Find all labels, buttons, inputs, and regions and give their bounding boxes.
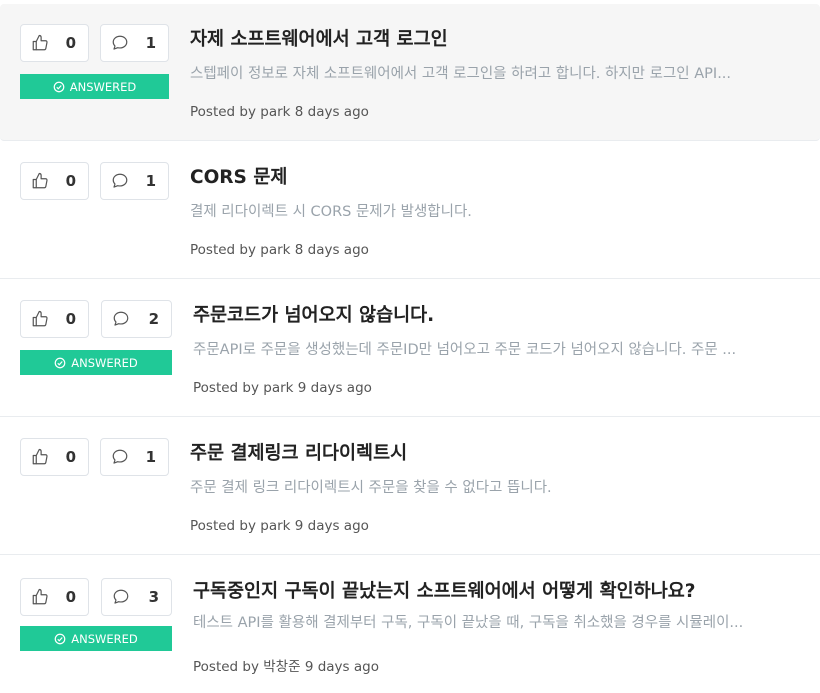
post-meta: Posted by 박창준 9 days ago bbox=[193, 659, 379, 675]
post-excerpt: 테스트 API를 활용해 결제부터 구독, 구독이 끝났을 때, 구독을 취소했… bbox=[193, 615, 744, 631]
answered-badge: ANSWERED bbox=[20, 350, 172, 375]
thumbs-up-icon bbox=[32, 34, 48, 51]
post-row[interactable]: 0 3 ANSWERED 구독중인지 구독이 끝났는지 소프트웨어에서 어떻게 … bbox=[0, 556, 820, 693]
comment-icon bbox=[112, 173, 128, 188]
post-row[interactable]: 0 1 ANSWERED 자제 소프트웨어에서 고객 로그인 스텝페이 정보로 … bbox=[0, 4, 820, 141]
post-meta: Posted by park 9 days ago bbox=[193, 380, 372, 396]
post-title[interactable]: CORS 문제 bbox=[190, 163, 287, 189]
comment-count: 1 bbox=[145, 448, 156, 466]
post-excerpt: 스텝페이 정보로 자체 소프트웨어에서 고객 로그인을 하려고 합니다. 하지만… bbox=[190, 66, 732, 82]
answered-badge: ANSWERED bbox=[20, 626, 172, 651]
like-button[interactable]: 0 bbox=[20, 24, 89, 62]
comment-icon bbox=[112, 449, 128, 464]
like-button[interactable]: 0 bbox=[20, 578, 89, 616]
post-excerpt: 결제 리다이렉트 시 CORS 문제가 발생합니다. bbox=[190, 204, 472, 220]
post-title[interactable]: 자제 소프트웨어에서 고객 로그인 bbox=[190, 25, 448, 51]
comment-icon bbox=[112, 35, 128, 50]
like-count: 0 bbox=[65, 34, 76, 52]
post-meta: Posted by park 9 days ago bbox=[190, 518, 369, 534]
thumbs-up-icon bbox=[32, 172, 48, 189]
post-title[interactable]: 주문코드가 넘어오지 않습니다. bbox=[193, 301, 434, 327]
like-count: 0 bbox=[65, 448, 76, 466]
like-button[interactable]: 0 bbox=[20, 162, 89, 200]
comment-button[interactable]: 2 bbox=[101, 300, 172, 338]
thumbs-up-icon bbox=[32, 310, 48, 327]
answered-label: ANSWERED bbox=[71, 631, 138, 646]
like-count: 0 bbox=[65, 172, 76, 190]
like-button[interactable]: 0 bbox=[20, 300, 89, 338]
comment-button[interactable]: 1 bbox=[100, 438, 169, 476]
comment-button[interactable]: 1 bbox=[100, 24, 169, 62]
answered-label: ANSWERED bbox=[69, 79, 137, 94]
comment-icon bbox=[113, 311, 129, 326]
like-button[interactable]: 0 bbox=[20, 438, 89, 476]
check-circle-icon bbox=[54, 357, 66, 368]
comment-button[interactable]: 1 bbox=[100, 162, 169, 200]
comment-count: 3 bbox=[148, 588, 159, 606]
comment-button[interactable]: 3 bbox=[101, 578, 172, 616]
comment-count: 1 bbox=[145, 34, 156, 52]
post-meta: Posted by park 8 days ago bbox=[190, 242, 369, 258]
comment-icon bbox=[113, 589, 129, 604]
check-circle-icon bbox=[54, 633, 66, 644]
thumbs-up-icon bbox=[32, 448, 48, 465]
post-row[interactable]: 0 2 ANSWERED 주문코드가 넘어오지 않습니다. 주문API로 주문을… bbox=[0, 280, 820, 417]
comment-count: 2 bbox=[148, 310, 159, 328]
like-count: 0 bbox=[65, 310, 76, 328]
comment-count: 1 bbox=[145, 172, 156, 190]
post-row[interactable]: 0 1 주문 결제링크 리다이렉트시 주문 결제 링크 리다이렉트시 주문을 찾… bbox=[0, 418, 820, 555]
post-row[interactable]: 0 1 CORS 문제 결제 리다이렉트 시 CORS 문제가 발생합니다. P… bbox=[0, 142, 820, 279]
post-excerpt: 주문 결제 링크 리다이렉트시 주문을 찾을 수 없다고 뜹니다. bbox=[190, 480, 552, 496]
answered-label: ANSWERED bbox=[71, 355, 138, 370]
post-excerpt: 주문API로 주문을 생성했는데 주문ID만 넘어오고 주문 코드가 넘어오지 … bbox=[193, 342, 737, 358]
check-circle-icon bbox=[53, 81, 65, 92]
like-count: 0 bbox=[65, 588, 76, 606]
post-title[interactable]: 주문 결제링크 리다이렉트시 bbox=[190, 439, 407, 465]
post-meta: Posted by park 8 days ago bbox=[190, 104, 369, 120]
thumbs-up-icon bbox=[32, 588, 48, 605]
answered-badge: ANSWERED bbox=[20, 74, 169, 99]
post-title[interactable]: 구독중인지 구독이 끝났는지 소프트웨어에서 어떻게 확인하나요? bbox=[193, 577, 695, 603]
